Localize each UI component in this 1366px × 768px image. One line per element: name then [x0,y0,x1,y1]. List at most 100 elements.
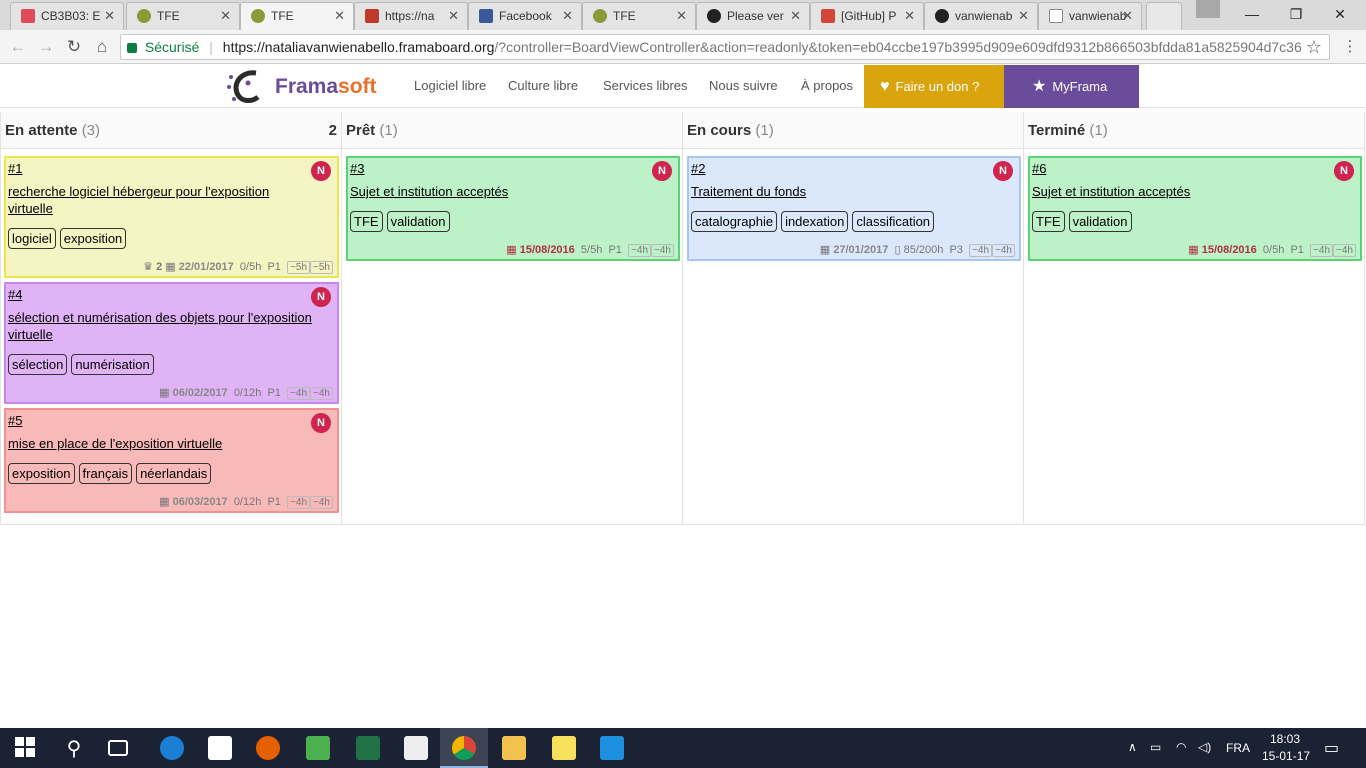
task-id-link[interactable]: #1 [8,161,22,176]
tab-close-icon[interactable]: ✕ [676,8,687,24]
tab-close-icon[interactable]: ✕ [790,8,801,24]
back-icon[interactable]: ← [8,37,28,57]
forward-icon[interactable]: → [36,37,56,57]
browser-tab[interactable]: [GitHub] P ✕ [810,2,924,30]
myframa-button[interactable]: ★ MyFrama [1004,65,1139,108]
browser-tab[interactable]: CB3B03: E ✕ [10,2,124,30]
tab-close-icon[interactable]: ✕ [448,8,459,24]
tab-close-icon[interactable]: ✕ [1018,8,1029,24]
task-meta: ♛ 2 ▦ 22/01/2017 0/5h P1 ~5h ~5h [143,260,333,274]
heart-icon: ♥ [880,78,890,95]
tag: TFE [1032,211,1065,232]
browser-tab[interactable]: vanwienab ✕ [1038,2,1142,30]
nav-services-libres[interactable]: Services libres [603,78,688,93]
calendar-icon: ▦ [1188,244,1199,256]
task-meta: ▦ 15/08/2016 0/5h P1 ~4h ~4h [1188,243,1356,257]
task-id-link[interactable]: #4 [8,287,22,302]
app-w-icon[interactable] [600,736,624,760]
task-card[interactable]: #2 N Traitement du fonds catalographie in… [687,156,1021,261]
cloud-app-icon[interactable] [306,736,330,760]
url-field[interactable]: Sécurisé | https://nataliavanwienabello.… [120,34,1330,60]
menu-icon[interactable]: ⋮ [1340,37,1360,57]
avatar: N [993,161,1013,181]
sticky-notes-icon[interactable] [552,736,576,760]
bookmark-star-icon[interactable]: ☆ [1304,37,1324,57]
windows-taskbar: ⚲ ∧ ▭ ◠ ◁) FRA 18:03 15-01-17 ▭ [0,728,1366,768]
file-explorer-icon[interactable] [502,736,526,760]
nav-a-propos[interactable]: À propos [801,78,853,93]
clock-time[interactable]: 18:03 [1270,732,1300,746]
close-window-icon[interactable]: ✕ [1320,3,1360,25]
firefox-icon[interactable] [256,736,280,760]
task-title-link[interactable]: Traitement du fonds [691,183,999,200]
task-title-link[interactable]: Sujet et institution acceptés [350,183,658,200]
edge-icon[interactable] [160,736,184,760]
task-card[interactable]: #5 N mise en place de l'exposition virtu… [4,408,339,513]
notepad-icon[interactable] [356,736,380,760]
tray-chevron-icon[interactable]: ∧ [1128,740,1137,754]
notifications-icon[interactable]: ▭ [1324,738,1339,758]
star-icon: ★ [1032,78,1047,95]
donate-button[interactable]: ♥ Faire un don ? [864,65,1004,108]
new-tab-button[interactable] [1146,2,1182,30]
nav-nous-suivre[interactable]: Nous suivre [709,78,778,93]
task-id-link[interactable]: #3 [350,161,364,176]
tag: validation [1068,211,1132,232]
framasoft-logo-icon[interactable] [226,69,266,105]
url-path: /?controller=BoardViewController&action=… [494,39,1302,55]
task-id-link[interactable]: #5 [8,413,22,428]
task-title-link[interactable]: mise en place de l'exposition virtuelle [8,435,317,452]
browser-tab[interactable]: Facebook ✕ [468,2,582,30]
task-card[interactable]: #4 N sélection et numérisation des objet… [4,282,339,404]
task-id-link[interactable]: #2 [691,161,705,176]
nav-logiciel-libre[interactable]: Logiciel libre [414,78,486,93]
tab-close-icon[interactable]: ✕ [1122,8,1133,24]
browser-tab[interactable]: TFE ✕ [582,2,696,30]
chrome-taskbar-button[interactable] [440,728,488,768]
task-card[interactable]: #3 N Sujet et institution acceptés TFE va… [346,156,680,261]
reload-icon[interactable]: ↻ [64,37,84,57]
calendar-icon: ▦ [159,387,170,399]
restore-icon[interactable]: ❐ [1276,3,1316,25]
store-icon[interactable] [208,736,232,760]
profile-icon[interactable] [1196,0,1220,18]
browser-tab[interactable]: TFE ✕ [126,2,240,30]
tag: catalographie [691,211,778,232]
framasoft-brand[interactable]: Framasoft [275,75,377,99]
minimize-icon[interactable]: — [1232,3,1272,25]
battery-icon[interactable]: ▭ [1150,740,1161,754]
browser-tab-active[interactable]: TFE ✕ [240,2,354,30]
language-indicator[interactable]: FRA [1226,741,1250,755]
tag: exposition [8,463,75,484]
tab-close-icon[interactable]: ✕ [104,8,115,24]
volume-icon[interactable]: ◁) [1198,740,1211,754]
task-meta: ▦ 15/08/2016 5/5h P1 ~4h ~4h [506,243,674,257]
windows-start-icon[interactable] [14,736,38,760]
task-title-link[interactable]: recherche logiciel hébergeur pour l'expo… [8,183,317,217]
task-card[interactable]: #6 N Sujet et institution acceptés TFE va… [1028,156,1362,261]
nav-culture-libre[interactable]: Culture libre [508,78,578,93]
browser-tab[interactable]: Please ver ✕ [696,2,810,30]
tab-close-icon[interactable]: ✕ [220,8,231,24]
tab-close-icon[interactable]: ✕ [562,8,573,24]
wifi-icon[interactable]: ◠ [1176,740,1186,754]
tab-close-icon[interactable]: ✕ [334,8,345,24]
mail-icon[interactable] [404,736,428,760]
browser-tab[interactable]: https://na ✕ [354,2,468,30]
search-icon[interactable]: ⚲ [62,736,86,760]
task-title-link[interactable]: Sujet et institution acceptés [1032,183,1340,200]
home-icon[interactable]: ⌂ [92,37,112,57]
clock-date[interactable]: 15-01-17 [1262,749,1310,763]
task-title-link[interactable]: sélection et numérisation des objets pou… [8,309,317,343]
tag: sélection [8,354,68,375]
tab-close-icon[interactable]: ✕ [904,8,915,24]
task-tags: TFE validation [1032,211,1136,232]
task-id-link[interactable]: #6 [1032,161,1046,176]
task-card[interactable]: #1 N recherche logiciel hébergeur pour l… [4,156,339,278]
tab-favicon-icon [1049,9,1063,23]
trophy-icon: ♛ [143,261,154,273]
calendar-icon: ▦ [819,244,831,256]
task-tags: exposition français néerlandais [8,463,215,484]
task-view-icon[interactable] [108,740,128,756]
browser-tab[interactable]: vanwienab ✕ [924,2,1038,30]
